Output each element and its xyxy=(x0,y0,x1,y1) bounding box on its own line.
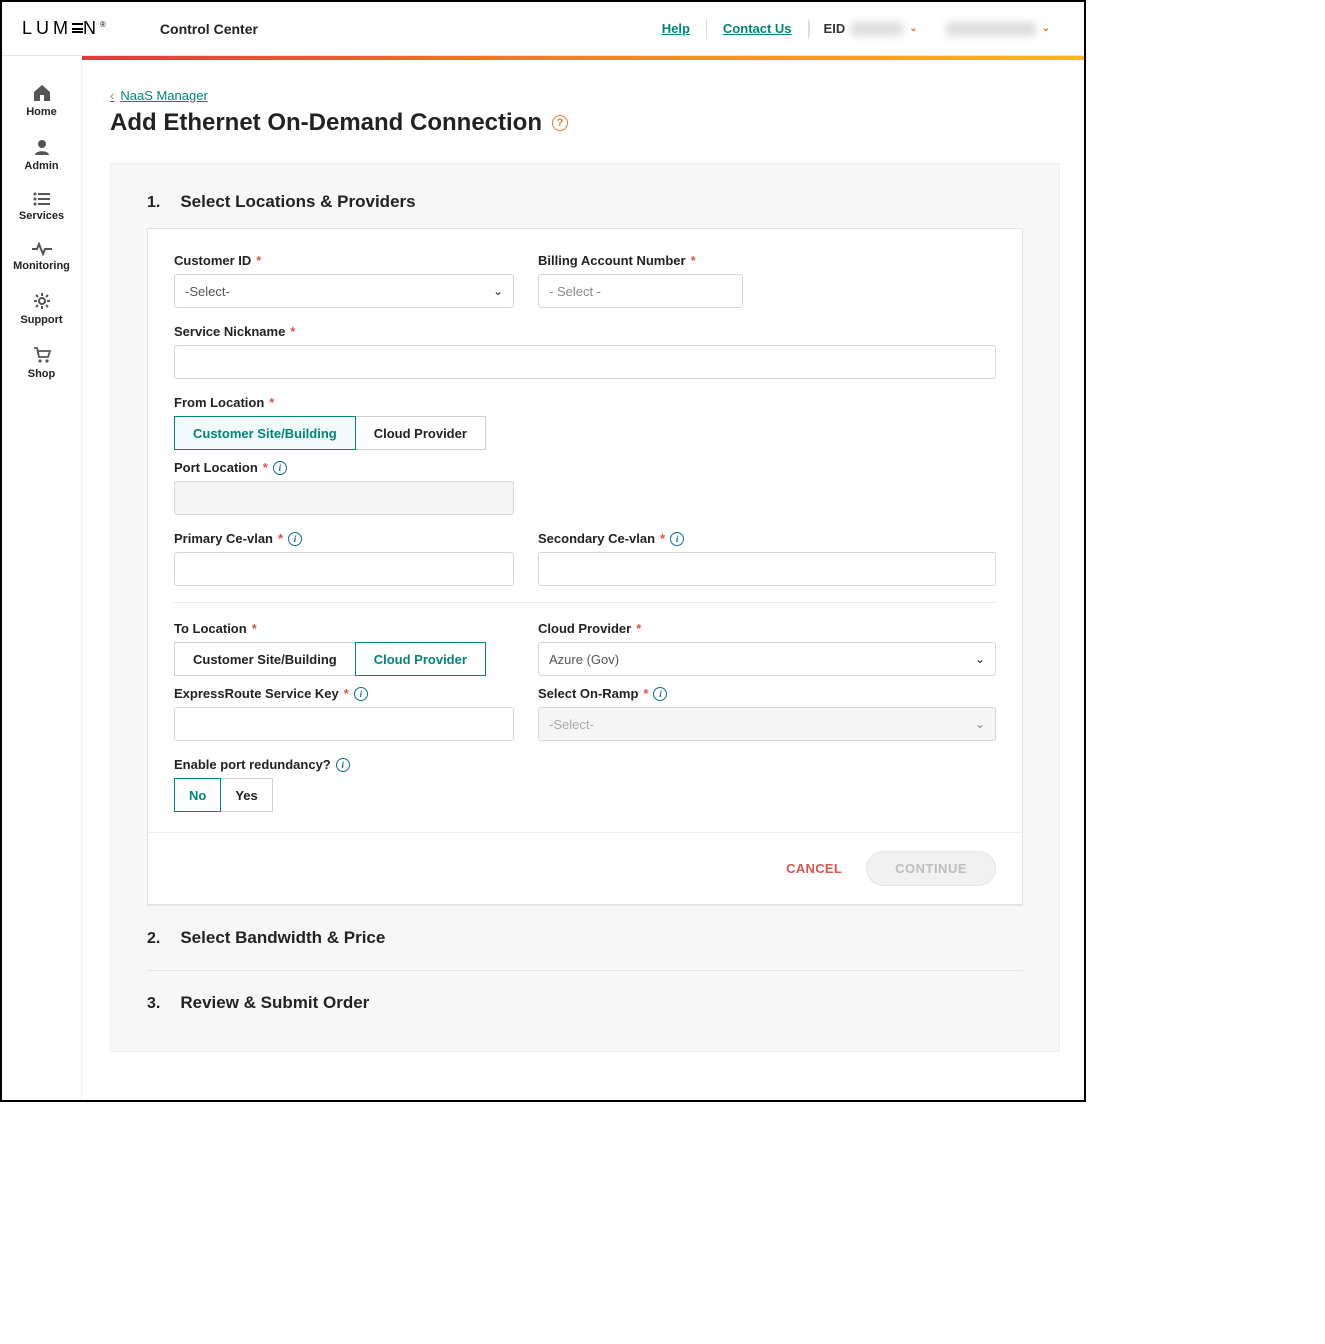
continue-button[interactable]: CONTINUE xyxy=(866,851,996,886)
step-title: Select Bandwidth & Price xyxy=(180,928,385,948)
service-nickname-label: Service Nickname * xyxy=(174,324,996,339)
secondary-cevlan-label: Secondary Ce-vlan * i xyxy=(538,531,996,546)
sidebar-item-services[interactable]: Services xyxy=(2,182,81,232)
sidebar-item-shop[interactable]: Shop xyxy=(2,336,81,390)
section-divider xyxy=(174,602,996,603)
step-number: 3. xyxy=(147,995,160,1013)
sidebar-item-admin[interactable]: Admin xyxy=(2,128,81,182)
sidebar-item-monitoring[interactable]: Monitoring xyxy=(2,232,81,282)
step-title: Review & Submit Order xyxy=(180,993,369,1013)
step-number: 2. xyxy=(147,930,160,948)
contact-us-link[interactable]: Contact Us xyxy=(707,19,809,39)
account-value-redacted xyxy=(946,22,1036,36)
step-3-row[interactable]: 3. Review & Submit Order xyxy=(147,970,1023,1035)
eid-dropdown[interactable]: EID ⌄ xyxy=(809,21,932,36)
to-location-segment: Customer Site/Building Cloud Provider xyxy=(174,642,514,676)
info-icon[interactable]: i xyxy=(670,532,684,546)
customer-id-value: -Select- xyxy=(185,284,230,299)
breadcrumb-parent: NaaS Manager xyxy=(120,88,207,103)
step-1-header: 1. Select Locations & Providers xyxy=(147,192,1023,212)
step-2-row[interactable]: 2. Select Bandwidth & Price xyxy=(147,905,1023,970)
page-title: Add Ethernet On-Demand Connection ? xyxy=(110,109,1060,137)
chevron-left-icon: ‹ xyxy=(110,88,114,103)
lumen-logo: LUMN® xyxy=(22,18,110,39)
secondary-cevlan-input[interactable] xyxy=(538,552,996,586)
port-location-input[interactable] xyxy=(174,481,514,515)
port-redundancy-label: Enable port redundancy? i xyxy=(174,757,996,772)
chevron-down-icon: ⌄ xyxy=(975,717,985,731)
chevron-down-icon: ⌄ xyxy=(493,284,503,298)
eid-label: EID xyxy=(824,21,846,36)
page-title-text: Add Ethernet On-Demand Connection xyxy=(110,109,542,137)
step-1-card: Customer ID * -Select- ⌄ Billing Account… xyxy=(147,228,1023,905)
sidebar-item-label: Services xyxy=(19,210,64,222)
cloud-provider-value: Azure (Gov) xyxy=(549,652,619,667)
top-header: LUMN® Control Center Help Contact Us EID… xyxy=(2,2,1084,56)
service-nickname-input[interactable] xyxy=(174,345,996,379)
from-location-label: From Location * xyxy=(174,395,996,410)
account-dropdown[interactable]: ⌄ xyxy=(932,22,1064,36)
billing-account-label: Billing Account Number * xyxy=(538,253,996,268)
help-link[interactable]: Help xyxy=(646,19,707,39)
port-redundancy-yes[interactable]: Yes xyxy=(220,778,272,812)
gear-icon xyxy=(33,292,51,310)
sidebar-item-home[interactable]: Home xyxy=(2,74,81,128)
info-icon[interactable]: i xyxy=(354,687,368,701)
help-icon[interactable]: ? xyxy=(552,115,568,131)
info-icon[interactable]: i xyxy=(336,758,350,772)
cloud-provider-label: Cloud Provider * xyxy=(538,621,996,636)
chevron-down-icon: ⌄ xyxy=(909,23,917,34)
user-icon xyxy=(33,138,51,156)
breadcrumb[interactable]: ‹ NaaS Manager xyxy=(110,88,1060,103)
chevron-down-icon: ⌄ xyxy=(1042,23,1050,34)
home-icon xyxy=(32,84,52,102)
primary-cevlan-input[interactable] xyxy=(174,552,514,586)
eid-value-redacted xyxy=(851,22,903,36)
sidebar: Home Admin Services Monitoring Support S… xyxy=(2,60,82,1100)
primary-cevlan-label: Primary Ce-vlan * i xyxy=(174,531,514,546)
chevron-down-icon: ⌄ xyxy=(975,652,985,666)
to-location-label: To Location * xyxy=(174,621,514,636)
select-onramp-placeholder: -Select- xyxy=(549,717,594,732)
info-icon[interactable]: i xyxy=(653,687,667,701)
sidebar-item-label: Support xyxy=(20,314,62,326)
step-number: 1. xyxy=(147,194,160,212)
select-onramp-label: Select On-Ramp * i xyxy=(538,686,996,701)
list-icon xyxy=(33,192,51,206)
sidebar-item-support[interactable]: Support xyxy=(2,282,81,336)
step-title: Select Locations & Providers xyxy=(180,192,415,212)
expressroute-key-label: ExpressRoute Service Key * i xyxy=(174,686,514,701)
cloud-provider-select[interactable]: Azure (Gov) ⌄ xyxy=(538,642,996,676)
customer-id-select[interactable]: -Select- ⌄ xyxy=(174,274,514,308)
sidebar-item-label: Home xyxy=(26,106,57,118)
from-location-customer-site[interactable]: Customer Site/Building xyxy=(174,416,356,450)
main-content: ‹ NaaS Manager Add Ethernet On-Demand Co… xyxy=(82,60,1084,1100)
info-icon[interactable]: i xyxy=(288,532,302,546)
from-location-cloud-provider[interactable]: Cloud Provider xyxy=(355,416,486,450)
cart-icon xyxy=(32,346,52,364)
billing-account-placeholder: - Select - xyxy=(549,284,601,299)
sidebar-item-label: Shop xyxy=(28,368,56,380)
to-location-cloud-provider[interactable]: Cloud Provider xyxy=(355,642,486,676)
activity-icon xyxy=(32,242,52,256)
wizard-panel: 1. Select Locations & Providers Customer… xyxy=(110,163,1060,1052)
port-redundancy-segment: No Yes xyxy=(174,778,996,812)
customer-id-label: Customer ID * xyxy=(174,253,514,268)
from-location-segment: Customer Site/Building Cloud Provider xyxy=(174,416,996,450)
port-location-label: Port Location * i xyxy=(174,460,514,475)
expressroute-key-input[interactable] xyxy=(174,707,514,741)
app-title: Control Center xyxy=(160,21,258,37)
select-onramp-select[interactable]: -Select- ⌄ xyxy=(538,707,996,741)
cancel-button[interactable]: CANCEL xyxy=(786,861,842,876)
sidebar-item-label: Admin xyxy=(24,160,58,172)
card-footer: CANCEL CONTINUE xyxy=(148,832,1022,904)
sidebar-item-label: Monitoring xyxy=(13,260,70,272)
billing-account-select[interactable]: - Select - xyxy=(538,274,743,308)
info-icon[interactable]: i xyxy=(273,461,287,475)
port-redundancy-no[interactable]: No xyxy=(174,778,221,812)
to-location-customer-site[interactable]: Customer Site/Building xyxy=(174,642,356,676)
